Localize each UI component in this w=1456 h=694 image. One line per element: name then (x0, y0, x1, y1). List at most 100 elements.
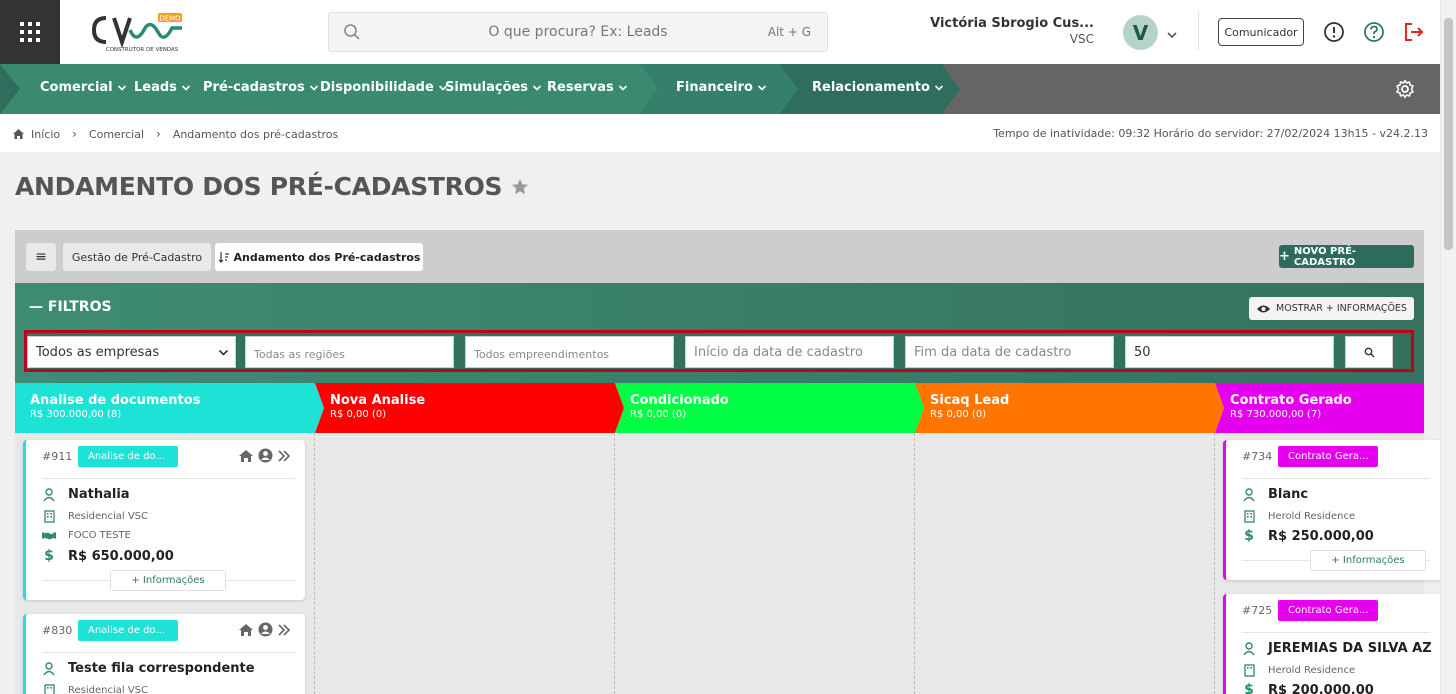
column-contrato-gerado[interactable]: Contrato Gerado R$ 730.000,00 (7) (1215, 383, 1424, 433)
filter-search-button[interactable] (1345, 336, 1393, 368)
communicator-button[interactable]: Comunicador (1218, 18, 1304, 46)
show-more-info-button[interactable]: MOSTRAR + INFORMAÇÕES (1249, 297, 1414, 320)
chevron-right-icon: › (72, 127, 77, 141)
filters-toggle[interactable]: — FILTROS (29, 299, 112, 315)
breadcrumb-comercial[interactable]: Comercial (89, 128, 144, 141)
building-icon (42, 684, 56, 694)
chevron-down-icon (309, 84, 318, 91)
company-select[interactable]: Todos as empresas (27, 336, 236, 368)
tab-andamento-pre-cadastros[interactable]: Andamento dos Pré-cadastros (215, 243, 423, 271)
nav-disponibilidade[interactable]: Disponibilidade (320, 80, 448, 95)
card-actions (238, 448, 291, 463)
limit-input[interactable]: 50 (1125, 336, 1334, 368)
divider (1242, 632, 1430, 633)
chevron-down-icon (757, 84, 767, 91)
filters-title: FILTROS (47, 299, 112, 315)
button-label: NOVO PRÉ-CADASTRO (1293, 245, 1357, 268)
column-analise-documentos[interactable]: Analise de documentos R$ 300.000,00 (8) (15, 383, 315, 433)
nav-financeiro[interactable]: Financeiro (676, 80, 767, 95)
more-info-button[interactable]: + Informações (110, 570, 226, 591)
card-price: R$ 200.000,00 (1268, 682, 1374, 694)
star-icon[interactable] (510, 177, 530, 197)
column-divider (614, 433, 615, 694)
breadcrumb-current: Andamento dos pré-cadastros (172, 127, 339, 141)
double-chevron-right-icon[interactable] (277, 449, 291, 463)
user-circle-icon[interactable] (258, 448, 273, 463)
pre-cadastro-card[interactable]: #911 Analise de do... Nathalia Residenci… (23, 440, 305, 600)
grid-icon (20, 22, 40, 42)
column-title: Contrato Gerado (1230, 393, 1352, 408)
column-sicaq-lead[interactable]: Sicaq Lead R$ 0,00 (0) (915, 383, 1215, 433)
apps-menu-button[interactable] (0, 0, 60, 64)
card-row: JEREMIAS DA SILVA AZ (1242, 641, 1432, 656)
page-scrollbar[interactable] (1440, 0, 1456, 694)
double-chevron-right-icon[interactable] (277, 623, 291, 637)
scrollbar-thumb[interactable] (1444, 18, 1453, 250)
pre-cadastro-card[interactable]: #734 Contrato Gera... Blanc Herold Resid… (1223, 440, 1440, 580)
card-development: Herold Residence (1268, 665, 1356, 676)
card-row: $ R$ 200.000,00 (1242, 682, 1374, 694)
column-title: Condicionado (630, 393, 729, 408)
home-icon[interactable] (238, 449, 254, 463)
user-icon (42, 487, 56, 502)
developments-input[interactable]: Todos empreendimentos (465, 336, 674, 368)
regions-input[interactable]: Todas as regiões (245, 336, 454, 368)
dollar-icon: $ (1244, 528, 1254, 544)
card-actions (238, 622, 291, 637)
date-end-input[interactable]: Fim da data de cadastro (905, 336, 1114, 368)
card-row: Herold Residence (1242, 510, 1355, 523)
user-icon (42, 661, 56, 676)
nav-pre-cadastros[interactable]: Pré-cadastros (203, 80, 319, 95)
card-price: R$ 650.000,00 (68, 548, 174, 564)
column-nova-analise[interactable]: Nova Analise R$ 0,00 (0) (315, 383, 615, 433)
info-icon[interactable] (1323, 21, 1345, 43)
main-nav: Comercial Leads Pré-cadastros Disponibil… (0, 64, 1440, 114)
filter-row: Todos as empresas Todas as regiões Todos… (24, 330, 1414, 372)
nav-relacionamento[interactable]: Relacionamento (812, 80, 944, 95)
breadcrumb-bar: Início › Comercial › Andamento dos pré-c… (0, 114, 1440, 152)
chevron-down-icon[interactable] (1166, 26, 1178, 45)
card-extra: FOCO TESTE (68, 530, 131, 541)
page-title: ANDAMENTO DOS PRÉ-CADASTROS (15, 172, 503, 201)
tab-gestao-pre-cadastro[interactable]: Gestão de Pré-Cadastro (63, 243, 211, 271)
logo[interactable]: DEMO CONSTRUTOR DE VENDAS (91, 10, 192, 54)
page-title-wrap: ANDAMENTO DOS PRÉ-CADASTROS (15, 172, 530, 201)
svg-text:CONSTRUTOR DE VENDAS: CONSTRUTOR DE VENDAS (106, 47, 179, 53)
column-summary: R$ 0,00 (0) (630, 409, 687, 420)
chevron-down-icon (117, 84, 126, 91)
gear-icon[interactable] (1395, 79, 1415, 103)
card-row: Residencial VSC (42, 684, 148, 694)
more-info-button[interactable]: + Informações (1310, 550, 1426, 571)
menu-button[interactable]: ≡ (26, 243, 56, 271)
date-start-input[interactable]: Início da data de cadastro (685, 336, 894, 368)
pre-cadastro-card[interactable]: #725 Contrato Gera... JEREMIAS DA SILVA … (1223, 594, 1440, 694)
help-icon[interactable] (1363, 21, 1385, 43)
divider (1198, 12, 1199, 50)
nav-leads[interactable]: Leads (134, 80, 191, 95)
card-number: #830 (42, 624, 73, 637)
divider (42, 652, 295, 653)
global-search[interactable]: O que procura? Ex: Leads Alt + G (328, 12, 828, 52)
card-row: FOCO TESTE (42, 530, 131, 541)
nav-simulacoes[interactable]: Simulações (445, 80, 542, 95)
user-company: VSC (1069, 32, 1094, 46)
home-icon[interactable] (238, 623, 254, 637)
status-badge: Contrato Gera... (1278, 600, 1378, 621)
nav-reservas[interactable]: Reservas (547, 80, 628, 95)
pre-cadastro-card[interactable]: #830 Analise de do... Teste fila corresp… (23, 614, 305, 694)
card-development: Residencial VSC (68, 685, 149, 694)
user-circle-icon[interactable] (258, 622, 273, 637)
new-pre-cadastro-button[interactable]: + NOVO PRÉ-CADASTRO (1279, 245, 1414, 268)
nav-comercial[interactable]: Comercial (40, 80, 127, 95)
column-condicionado[interactable]: Condicionado R$ 0,00 (0) (615, 383, 915, 433)
card-number: #725 (1242, 604, 1273, 617)
user-name[interactable]: Victória Sbrogio Cus... (930, 16, 1094, 31)
card-row: Nathalia (42, 487, 130, 502)
avatar[interactable]: V (1123, 15, 1158, 50)
building-icon (1242, 664, 1256, 677)
logout-icon[interactable] (1403, 21, 1425, 43)
breadcrumb-inicio[interactable]: Início (31, 128, 60, 141)
home-icon[interactable] (12, 128, 25, 140)
column-summary: R$ 300.000,00 (8) (30, 409, 122, 420)
svg-text:DEMO: DEMO (159, 15, 181, 23)
